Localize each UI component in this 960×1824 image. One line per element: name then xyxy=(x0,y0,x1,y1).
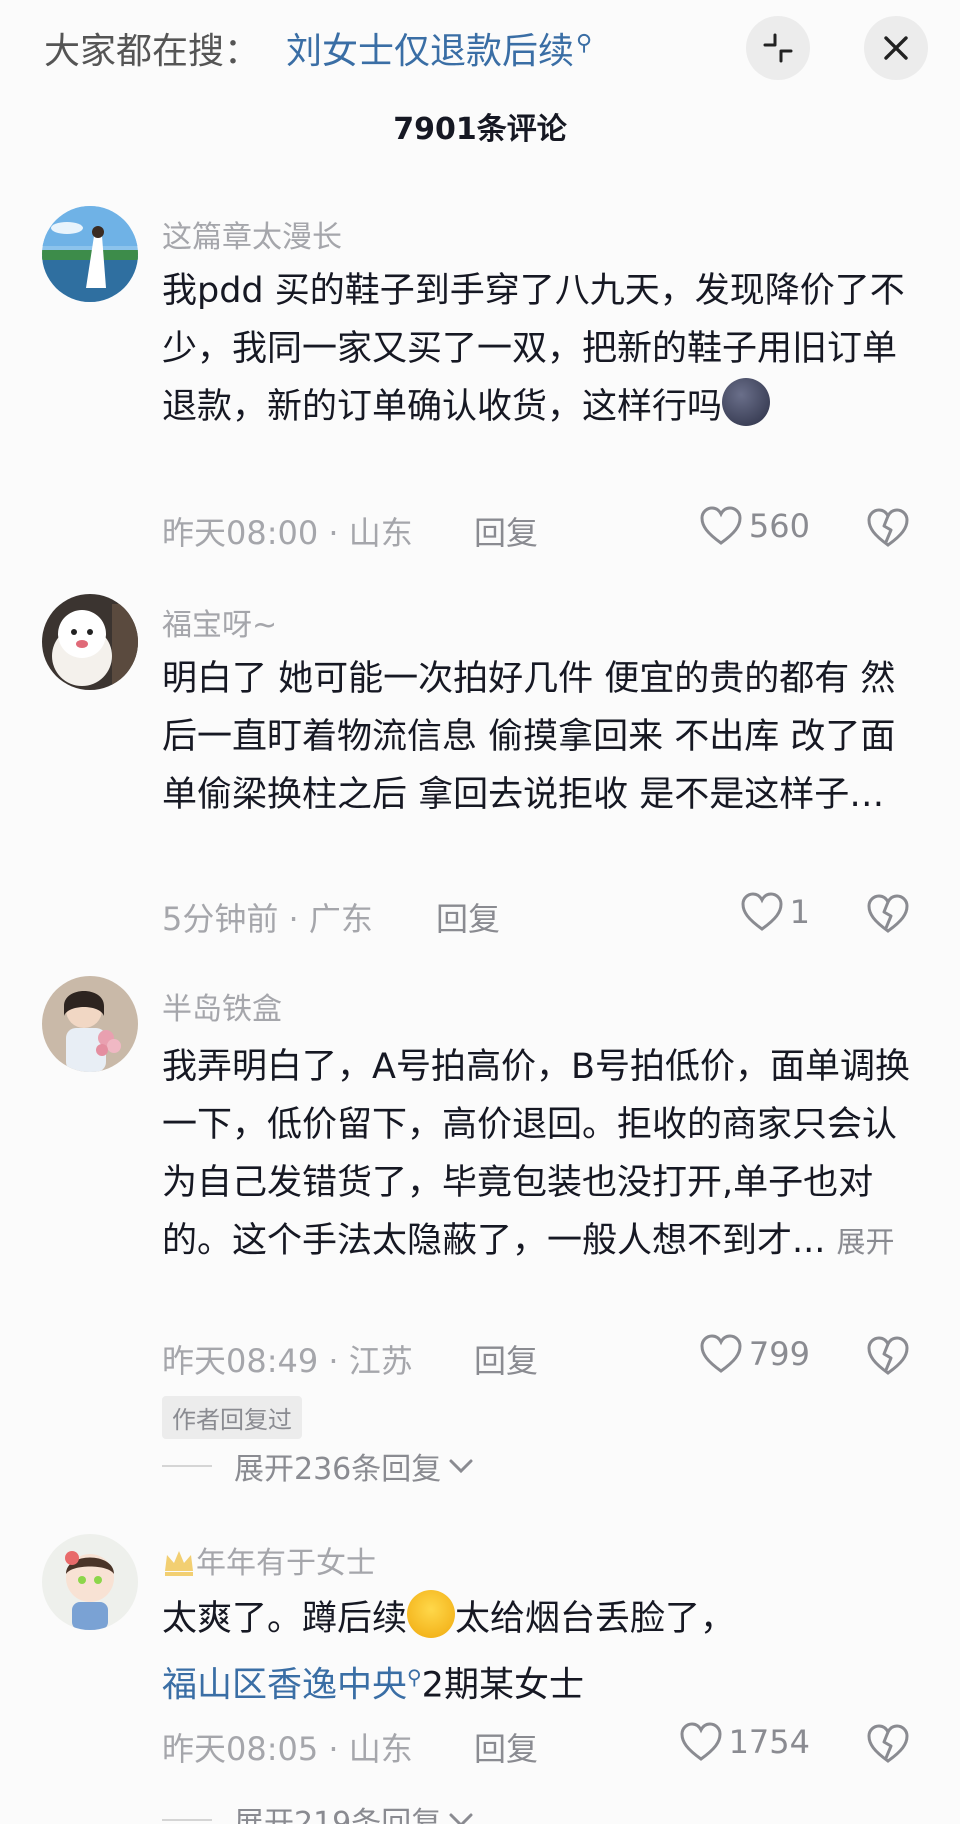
avatar[interactable] xyxy=(42,1534,138,1630)
like-count: 799 xyxy=(748,1335,810,1373)
reply-button[interactable]: 回复 xyxy=(474,508,538,554)
avatar[interactable] xyxy=(42,976,138,1072)
comment-text-body: 我弄明白了，A号拍高价，B号拍低价，面单调换一下，低价留下，高价退回。拒收的商家… xyxy=(162,1047,910,1261)
expand-text-link[interactable]: 展开 xyxy=(837,1225,895,1259)
broken-heart-icon[interactable] xyxy=(866,1724,910,1764)
comment-text-part: 太爽了。蹲后续 xyxy=(162,1599,408,1639)
like-button[interactable]: 1 xyxy=(740,892,810,932)
comment-text-body: 我pdd 买的鞋子到手穿了八九天，发现降价了不少，我同一家又买了一双，把新的鞋子… xyxy=(162,271,905,427)
collapse-button[interactable] xyxy=(746,16,810,80)
author-replied-badge: 作者回复过 xyxy=(162,1396,302,1439)
location-search-link[interactable]: 福山区香逸中央 xyxy=(162,1666,407,1706)
like-button[interactable]: 560 xyxy=(699,506,810,546)
comment-meta: 昨天08:49 · 江苏 xyxy=(162,1342,413,1380)
heart-icon xyxy=(680,1722,722,1761)
username[interactable]: 这篇章太漫长 xyxy=(162,212,342,256)
comment-text-part: 2期某女士 xyxy=(421,1665,584,1706)
search-icon: ⚲ xyxy=(407,1665,422,1689)
expand-replies-label[interactable]: 展开219条回复 xyxy=(234,1798,441,1824)
laughing-emoji-icon xyxy=(407,1590,456,1638)
comment-meta: 5分钟前 · 广东 xyxy=(162,900,373,938)
comment-text-part: 太给烟台丢脸了， xyxy=(455,1599,736,1639)
avatar[interactable] xyxy=(42,594,138,690)
collapse-icon xyxy=(763,33,793,63)
broken-heart-icon[interactable] xyxy=(866,1336,910,1376)
heart-icon xyxy=(700,1334,742,1373)
username[interactable]: 年年有于女士 xyxy=(162,1538,376,1582)
search-suggestion-link[interactable]: 刘女士仅退款后续⚲ xyxy=(286,22,592,74)
chevron-down-icon xyxy=(449,1813,473,1824)
divider-line xyxy=(162,1465,212,1467)
username[interactable]: 福宝呀~ xyxy=(162,600,277,644)
search-term-text[interactable]: 刘女士仅退款后续 xyxy=(286,31,574,72)
search-icon: ⚲ xyxy=(576,31,593,56)
chevron-down-icon xyxy=(449,1459,473,1474)
comment-text: 我弄明白了，A号拍高价，B号拍低价，面单调换一下，低价留下，高价退回。拒收的商家… xyxy=(162,1038,922,1271)
like-count: 1754 xyxy=(728,1723,810,1761)
comment-count: 7901条评论 xyxy=(393,112,567,147)
expand-replies-label[interactable]: 展开236条回复 xyxy=(234,1444,441,1488)
reply-button[interactable]: 回复 xyxy=(474,1724,538,1770)
like-button[interactable]: 799 xyxy=(699,1334,810,1374)
comment-text: 明白了 她可能一次拍好几件 便宜的贵的都有 然后一直盯着物流信息 偷摸拿回来 不… xyxy=(162,659,896,815)
broken-heart-icon[interactable] xyxy=(866,894,910,934)
close-button[interactable] xyxy=(864,16,928,80)
broken-heart-icon[interactable] xyxy=(866,508,910,548)
top-bar: 大家都在搜： 刘女士仅退款后续⚲ xyxy=(0,0,960,100)
heart-icon xyxy=(700,506,742,545)
divider-line xyxy=(162,1819,212,1821)
username-text[interactable]: 年年有于女士 xyxy=(196,1546,376,1581)
avatar[interactable] xyxy=(42,206,138,302)
comment-meta: 昨天08:05 · 山东 xyxy=(162,1730,413,1768)
comment-text: 太爽了。蹲后续 太给烟台丢脸了， 福山区香逸中央⚲2期某女士 xyxy=(162,1590,922,1715)
search-prefix: 大家都在搜： xyxy=(44,31,261,72)
like-button[interactable]: 1754 xyxy=(679,1722,810,1762)
reply-button[interactable]: 回复 xyxy=(474,1336,538,1382)
username[interactable]: 半岛铁盒 xyxy=(162,984,282,1028)
crown-icon xyxy=(165,1551,193,1576)
emoji-icon xyxy=(722,378,771,426)
expand-replies-button[interactable]: 展开219条回复 xyxy=(162,1798,475,1824)
like-count: 560 xyxy=(748,507,810,545)
reply-button[interactable]: 回复 xyxy=(436,894,500,940)
like-count: 1 xyxy=(789,893,810,931)
close-icon xyxy=(884,36,908,60)
expand-replies-button[interactable]: 展开236条回复 xyxy=(162,1444,475,1488)
comment-text: 我pdd 买的鞋子到手穿了八九天，发现降价了不少，我同一家又买了一双，把新的鞋子… xyxy=(162,262,922,436)
comment-meta: 昨天08:00 · 山东 xyxy=(162,514,413,552)
heart-icon xyxy=(741,892,783,931)
